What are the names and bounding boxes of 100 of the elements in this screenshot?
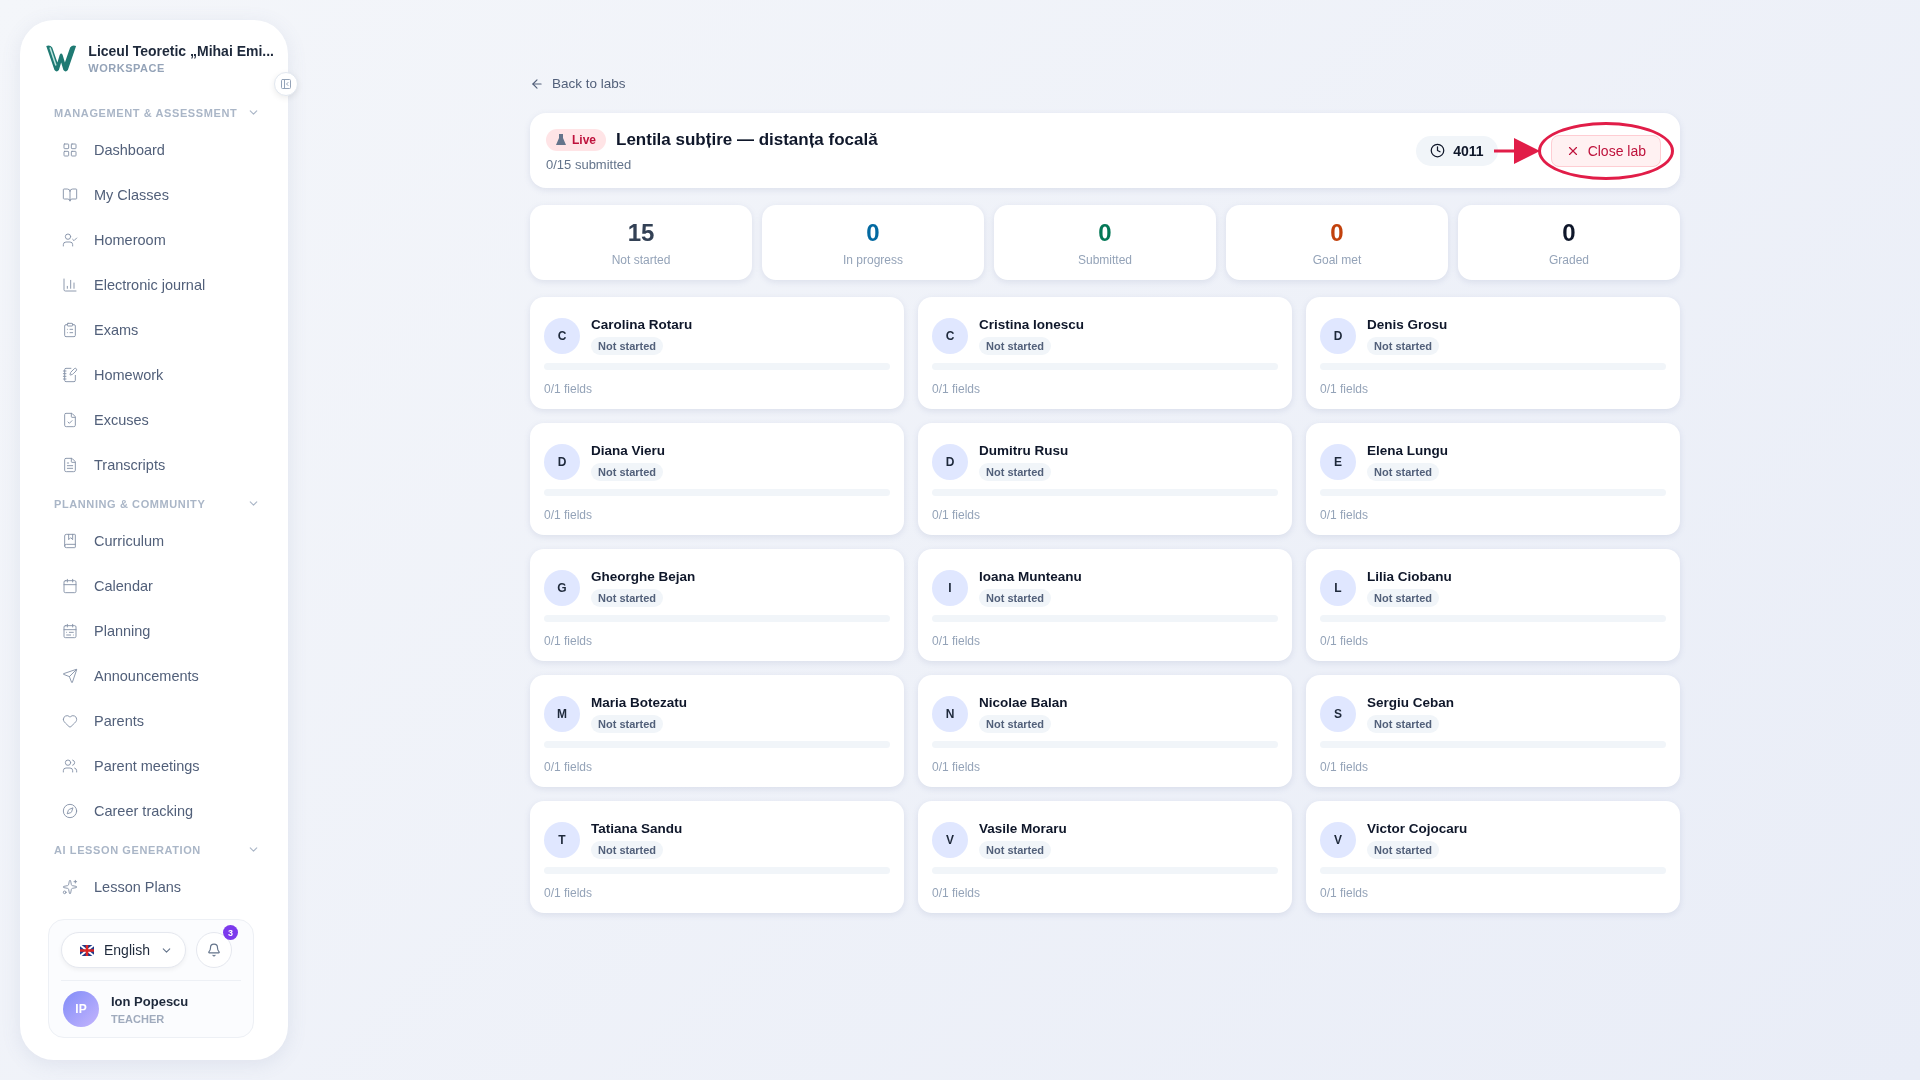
fields-count: 0/1 fields (1320, 634, 1370, 648)
stat-label: Submitted (1078, 252, 1132, 267)
student-card[interactable]: G Gheorghe Bejan Not started 0/1 fields (530, 549, 904, 661)
arrow-left-icon (530, 76, 544, 91)
student-name: Vasile Moraru (979, 821, 1067, 836)
sidebar-item[interactable]: Planning (34, 608, 274, 653)
fields-count: 0/1 fields (932, 508, 982, 522)
clock-icon (1430, 143, 1446, 158)
fields-count: 0/1 fields (1320, 508, 1370, 522)
fields-count: 0/1 fields (932, 886, 982, 900)
student-name: Tatiana Sandu (591, 821, 683, 836)
collapse-sidebar-button[interactable] (274, 72, 298, 96)
status-badge: Not started (591, 715, 664, 733)
book-icon (62, 186, 78, 203)
fields-count: 0/1 fields (544, 382, 594, 396)
sidebar-item[interactable]: Dashboard (34, 127, 274, 172)
sidebar-item[interactable]: Parent meetings (34, 743, 274, 788)
status-badge: Not started (591, 463, 664, 481)
student-card[interactable]: E Elena Lungu Not started 0/1 fields (1306, 423, 1680, 535)
student-card[interactable]: I Ioana Munteanu Not started 0/1 fields (918, 549, 1292, 661)
panel-collapse-icon (280, 78, 292, 90)
student-avatar: V (1320, 822, 1356, 858)
student-name: Diana Vieru (591, 443, 666, 458)
fields-count: 0/1 fields (544, 886, 594, 900)
student-avatar: E (1320, 444, 1356, 480)
live-badge: Live (546, 129, 606, 151)
calendar-icon (62, 577, 78, 594)
school-name: Liceul Teoretic „Mihai Emi... (88, 42, 274, 59)
student-name: Victor Cojocaru (1367, 821, 1468, 836)
lab-title: Lentila subțire — distanța focală (616, 130, 878, 150)
sidebar-item[interactable]: Lesson Plans (34, 864, 274, 909)
student-avatar: N (932, 696, 968, 732)
paper-plane-icon (62, 667, 78, 684)
document-icon (62, 456, 78, 473)
student-avatar: L (1320, 570, 1356, 606)
user-role: TEACHER (111, 1012, 166, 1025)
fields-count: 0/1 fields (544, 508, 594, 522)
sidebar-item[interactable]: Career tracking (34, 788, 274, 833)
clipboard-icon (62, 321, 78, 338)
student-card[interactable]: M Maria Botezatu Not started 0/1 fields (530, 675, 904, 787)
student-card[interactable]: V Vasile Moraru Not started 0/1 fields (918, 801, 1292, 913)
user-name: Ion Popescu (111, 993, 189, 1009)
sidebar-item[interactable]: Transcripts (34, 442, 274, 487)
fields-count: 0/1 fields (1320, 886, 1370, 900)
student-name: Dumitru Rusu (979, 443, 1069, 458)
student-card[interactable]: D Dumitru Rusu Not started 0/1 fields (918, 423, 1292, 535)
student-avatar: M (544, 696, 580, 732)
student-card[interactable]: N Nicolae Balan Not started 0/1 fields (918, 675, 1292, 787)
fields-count: 0/1 fields (932, 760, 982, 774)
student-avatar: D (1320, 318, 1356, 354)
student-avatar: G (544, 570, 580, 606)
sidebar-item[interactable]: Homeroom (34, 217, 274, 262)
back-link[interactable]: Back to labs (530, 76, 1680, 91)
sidebar-item[interactable]: Excuses (34, 397, 274, 442)
sparkles-icon (62, 878, 78, 895)
student-card[interactable]: C Carolina Rotaru Not started 0/1 fields (530, 297, 904, 409)
submitted-count: 0/15 submitted (546, 157, 633, 172)
status-badge: Not started (1367, 463, 1440, 481)
flask-icon (556, 134, 566, 146)
status-badge: Not started (1367, 337, 1440, 355)
student-card[interactable]: D Diana Vieru Not started 0/1 fields (530, 423, 904, 535)
sidebar-item[interactable]: Exams (34, 307, 274, 352)
student-avatar: D (932, 444, 968, 480)
sidebar-item[interactable]: Homework (34, 352, 274, 397)
student-card[interactable]: L Lilia Ciobanu Not started 0/1 fields (1306, 549, 1680, 661)
file-check-icon (62, 411, 78, 428)
bar-chart-icon (62, 276, 78, 293)
student-name: Lilia Ciobanu (1367, 569, 1452, 584)
stat-value: 0 (1098, 218, 1112, 247)
student-name: Denis Grosu (1367, 317, 1448, 332)
student-card[interactable]: D Denis Grosu Not started 0/1 fields (1306, 297, 1680, 409)
student-name: Sergiu Ceban (1367, 695, 1455, 710)
sidebar-item[interactable]: Calendar (34, 563, 274, 608)
timer: 4011 (1416, 135, 1498, 166)
users-icon (62, 757, 78, 774)
sidebar-item[interactable]: Electronic journal (34, 262, 274, 307)
sidebar-item[interactable]: Parents (34, 698, 274, 743)
sidebar-item[interactable]: My Classes (34, 172, 274, 217)
book-icon (62, 532, 78, 549)
student-card[interactable]: T Tatiana Sandu Not started 0/1 fields (530, 801, 904, 913)
student-name: Gheorghe Bejan (591, 569, 696, 584)
student-name: Elena Lungu (1367, 443, 1448, 458)
close-lab-button[interactable]: Close lab (1550, 134, 1661, 167)
student-avatar: S (1320, 696, 1356, 732)
student-name: Carolina Rotaru (591, 317, 693, 332)
user-avatar: IP (63, 991, 99, 1027)
student-avatar: I (932, 570, 968, 606)
language-select[interactable]: English (61, 932, 186, 968)
student-card[interactable]: V Victor Cojocaru Not started 0/1 fields (1306, 801, 1680, 913)
student-avatar: T (544, 822, 580, 858)
sidebar-item[interactable]: Curriculum (34, 518, 274, 563)
status-badge: Not started (979, 589, 1052, 607)
stat-value: 0 (1562, 218, 1576, 247)
student-card[interactable]: C Cristina Ionescu Not started 0/1 fields (918, 297, 1292, 409)
sidebar-item[interactable]: Announcements (34, 653, 274, 698)
student-card[interactable]: S Sergiu Ceban Not started 0/1 fields (1306, 675, 1680, 787)
notifications-button[interactable] (195, 932, 232, 968)
student-avatar: C (544, 318, 580, 354)
status-badge: Not started (979, 463, 1052, 481)
fields-count: 0/1 fields (544, 760, 594, 774)
